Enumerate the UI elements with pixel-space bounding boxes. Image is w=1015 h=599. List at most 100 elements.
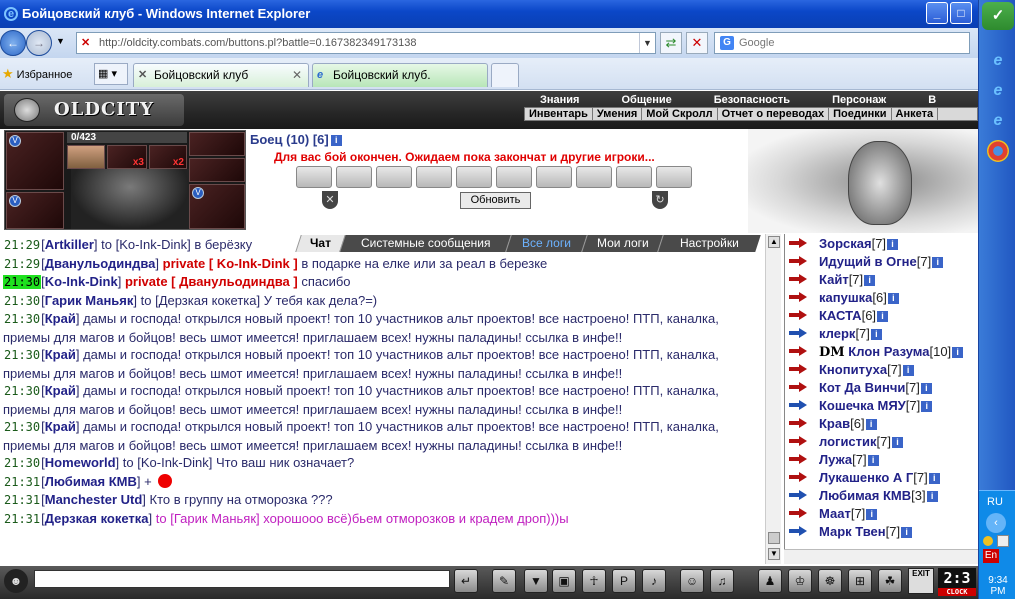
gloves-slot[interactable]: V <box>6 192 64 229</box>
filter-icon[interactable]: ▼ <box>524 569 548 593</box>
info-icon[interactable]: i <box>928 473 940 484</box>
submenu-profile[interactable]: Анкета <box>892 108 939 120</box>
chat-author[interactable]: Любимая КМВ <box>45 474 137 489</box>
user-name[interactable]: Кошечка МЯУ <box>819 398 906 413</box>
close-tab-icon[interactable]: ✕ <box>292 64 302 86</box>
chat-author[interactable]: Дерзкая кокетка <box>45 511 149 526</box>
user-name[interactable]: Кнопитуха <box>819 362 887 377</box>
ie-quicklaunch-icon[interactable]: e <box>985 108 1011 134</box>
user-list-item[interactable]: Маат[7] i <box>785 505 978 523</box>
armor-slot[interactable] <box>189 158 245 182</box>
private-target[interactable]: private [ Ko-Ink-Dink ] <box>163 256 298 271</box>
user-list-item[interactable]: Лужа[7] i <box>785 451 978 469</box>
chat-input[interactable] <box>34 570 450 588</box>
fighter-name[interactable]: Боец (10) [6] <box>250 132 329 147</box>
chat-author[interactable]: Край <box>45 383 76 398</box>
user-list-item[interactable]: Крав[6] i <box>785 415 978 433</box>
users-horizontal-scrollbar[interactable] <box>784 549 978 564</box>
ring-slot-2[interactable]: x2 <box>149 145 187 169</box>
strike-slot[interactable] <box>376 166 412 188</box>
chat-time[interactable]: 21:30 <box>3 294 41 308</box>
private-icon[interactable]: P <box>612 569 636 593</box>
menu-security[interactable]: Безопасность <box>714 93 790 107</box>
address-bar[interactable]: ✕ http://oldcity.combats.com/buttons.pl?… <box>76 32 656 54</box>
new-tab-button[interactable] <box>491 63 519 87</box>
user-name[interactable]: Идущий в Огне <box>819 254 917 269</box>
chat-time[interactable]: 21:29 <box>3 238 41 252</box>
strike-slot[interactable] <box>416 166 452 188</box>
private-arrow-icon[interactable] <box>789 255 809 267</box>
tab-all-logs[interactable]: Все логи <box>505 235 587 252</box>
exit-button[interactable]: EXIT <box>908 568 934 594</box>
private-arrow-icon[interactable] <box>789 273 809 285</box>
user-list-item[interactable]: Идущий в Огне[7] i <box>785 253 978 271</box>
sound-icon[interactable]: ♫ <box>710 569 734 593</box>
chat-author[interactable]: Край <box>45 347 76 362</box>
ring-slot[interactable]: x3 <box>107 145 147 169</box>
user-list-item[interactable]: Любимая КМВ[3] i <box>785 487 978 505</box>
info-icon[interactable]: i <box>870 329 882 340</box>
clan-icon[interactable]: ♔ <box>788 569 812 593</box>
private-arrow-icon[interactable] <box>789 309 809 321</box>
user-name[interactable]: Крав <box>819 416 850 431</box>
scroll-down-icon[interactable]: ▼ <box>768 548 780 560</box>
submenu-transfer-report[interactable]: Отчет о переводах <box>718 108 830 120</box>
chat-time[interactable]: 21:30 <box>3 275 42 289</box>
chat-time[interactable]: 21:30 <box>3 456 41 470</box>
user-name[interactable]: Любимая КМВ <box>819 488 911 503</box>
user-list-item[interactable]: клерк[7] i <box>785 325 978 343</box>
user-list-item[interactable]: Марк Твен[7] i <box>785 523 978 541</box>
info-icon[interactable]: i <box>921 401 933 412</box>
user-name[interactable]: КАСТА <box>819 308 862 323</box>
user-name[interactable]: Лукашенко А Г <box>819 470 913 485</box>
menu-communication[interactable]: Общение <box>621 93 671 107</box>
private-arrow-icon[interactable] <box>789 435 809 447</box>
chat-time[interactable]: 21:29 <box>3 257 41 271</box>
private-arrow-icon[interactable] <box>789 471 809 483</box>
info-icon[interactable]: i <box>867 455 879 466</box>
info-icon[interactable]: i <box>926 491 938 502</box>
chat-scrollbar[interactable]: ▲ ▼ <box>765 234 781 564</box>
tab-fight-club[interactable]: ✕ Бойцовский клуб ✕ <box>133 63 309 87</box>
strike-slot[interactable] <box>336 166 372 188</box>
info-icon[interactable]: i <box>865 419 877 430</box>
maximize-button[interactable]: □ <box>950 2 972 24</box>
info-icon[interactable]: i <box>920 383 932 394</box>
input-language[interactable]: En <box>983 549 999 563</box>
private-arrow-icon[interactable] <box>789 417 809 429</box>
pet-slot[interactable] <box>67 145 105 169</box>
chrome-icon[interactable] <box>987 140 1009 162</box>
user-name[interactable]: Клон Разума <box>848 344 929 359</box>
submenu-my-scroll[interactable]: Мой Скролл <box>642 108 718 120</box>
info-icon[interactable]: i <box>864 275 876 286</box>
chat-time[interactable]: 21:31 <box>3 475 41 489</box>
refresh-button[interactable]: Обновить <box>460 192 531 209</box>
chat-author[interactable]: Manchester Utd <box>45 492 143 507</box>
strike-slot[interactable] <box>616 166 652 188</box>
info-icon[interactable]: i <box>952 347 964 358</box>
ie-quicklaunch-icon[interactable]: e <box>985 78 1011 104</box>
user-name[interactable]: Кайт <box>819 272 849 287</box>
eraser-icon[interactable]: ✎ <box>492 569 516 593</box>
chat-author[interactable]: Двануль­одиндва <box>45 256 156 271</box>
friends-icon[interactable]: ☘ <box>878 569 902 593</box>
language-indicator[interactable]: RU <box>987 496 1003 508</box>
user-list-item[interactable]: DM Клон Разума[10] i <box>785 343 978 361</box>
chat-author[interactable]: Гарик Маньяк <box>45 293 134 308</box>
user-name[interactable]: клерк <box>819 326 855 341</box>
info-icon[interactable]: i <box>887 239 899 250</box>
chat-time[interactable]: 21:30 <box>3 312 41 326</box>
save-icon[interactable]: ▣ <box>552 569 576 593</box>
chat-time[interactable]: 21:31 <box>3 512 41 526</box>
helmet-slot[interactable]: V <box>6 132 64 190</box>
gear-icon[interactable]: ☸ <box>818 569 842 593</box>
private-arrow-icon[interactable] <box>789 399 809 411</box>
chat-author[interactable]: Край <box>45 311 76 326</box>
smile-icon[interactable]: ☺ <box>680 569 704 593</box>
menu-knowledge[interactable]: Знания <box>540 93 579 107</box>
chat-time[interactable]: 21:30 <box>3 348 41 362</box>
user-name[interactable]: Зорская <box>819 236 872 251</box>
quick-tabs-button[interactable]: ▦ ▾ <box>94 63 128 85</box>
character-avatar[interactable] <box>71 169 189 229</box>
private-arrow-icon[interactable] <box>789 525 809 537</box>
